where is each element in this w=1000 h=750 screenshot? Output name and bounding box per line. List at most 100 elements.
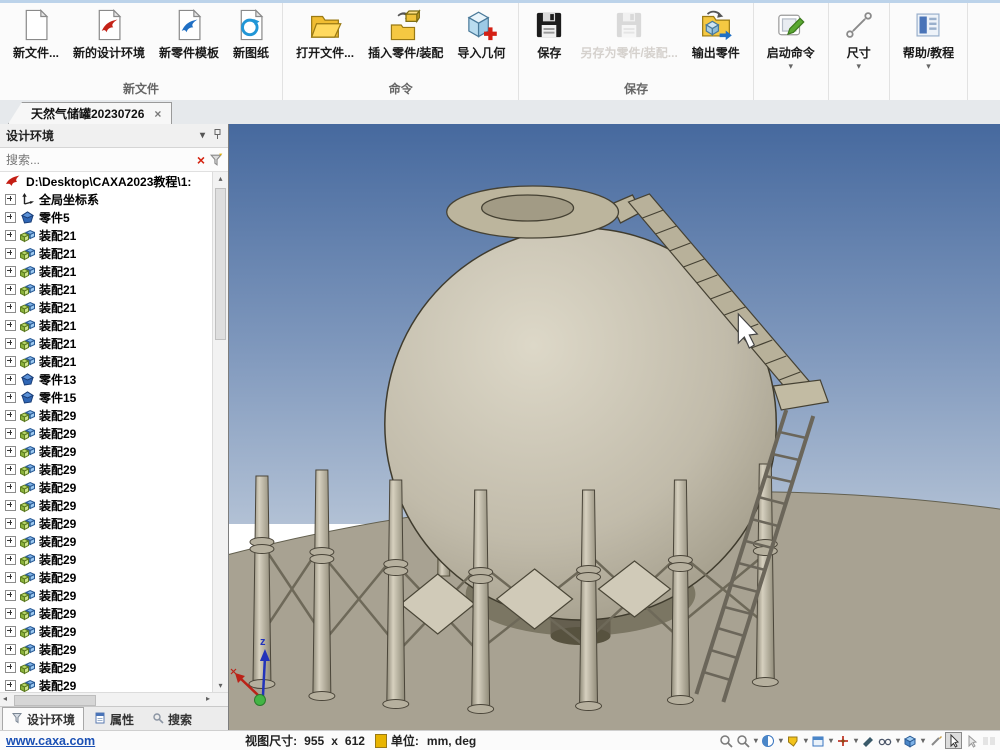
tree-root-item[interactable]: D:\Desktop\CAXA2023教程\1: (0, 172, 213, 190)
expand-plus-icon[interactable] (5, 572, 16, 583)
expand-plus-icon[interactable] (5, 644, 16, 655)
expand-plus-icon[interactable] (5, 392, 16, 403)
new-part-template-button[interactable]: 新零件模板 (154, 6, 224, 77)
tree-item[interactable]: 装配29 (0, 514, 213, 532)
pointer-icon[interactable] (964, 733, 979, 748)
expand-plus-icon[interactable] (5, 338, 16, 349)
tree-item[interactable]: 全局坐标系 (0, 190, 213, 208)
chevron-down-icon[interactable]: ▾ (779, 736, 783, 745)
expand-plus-icon[interactable] (5, 230, 16, 241)
chevron-down-icon[interactable]: ▾ (804, 736, 808, 745)
vertical-scrollbar[interactable]: ▴ ▾ (212, 172, 228, 692)
expand-plus-icon[interactable] (5, 248, 16, 259)
expand-plus-icon[interactable] (5, 410, 16, 421)
filter-icon[interactable] (209, 152, 224, 167)
viewport-3d[interactable]: z (229, 124, 1000, 731)
tree-item[interactable]: 零件5 (0, 208, 213, 226)
expand-plus-icon[interactable] (5, 590, 16, 601)
expand-plus-icon[interactable] (5, 320, 16, 331)
chevron-down-icon[interactable]: ▾ (829, 736, 833, 745)
tree-item[interactable]: 装配21 (0, 298, 213, 316)
expand-plus-icon[interactable] (5, 464, 16, 475)
expand-plus-icon[interactable] (5, 356, 16, 367)
scroll-right-icon[interactable]: ▸ (206, 694, 210, 703)
tree-item[interactable]: 装配29 (0, 406, 213, 424)
start-command-button[interactable]: 启动命令▾ (762, 6, 820, 99)
appearance-icon[interactable] (786, 733, 801, 748)
expand-plus-icon[interactable] (5, 536, 16, 547)
new-drawing-button[interactable]: 新图纸 (228, 6, 274, 77)
tree-item[interactable]: 零件15 (0, 388, 213, 406)
tree-item[interactable]: 装配29 (0, 676, 213, 692)
scroll-down-icon[interactable]: ▾ (213, 681, 228, 690)
expand-plus-icon[interactable] (5, 482, 16, 493)
tree-item[interactable]: 装配29 (0, 424, 213, 442)
tree-item[interactable]: 装配29 (0, 550, 213, 568)
help-tutorial-button[interactable]: 帮助/教程▾ (898, 6, 959, 99)
tree-item[interactable]: 零件13 (0, 370, 213, 388)
tree-item[interactable]: 装配29 (0, 640, 213, 658)
expand-plus-icon[interactable] (5, 662, 16, 673)
tree-item[interactable]: 装配29 (0, 658, 213, 676)
zoom-window-icon[interactable] (736, 733, 751, 748)
tree-item[interactable]: 装配29 (0, 586, 213, 604)
tree-item[interactable]: 装配21 (0, 352, 213, 370)
tree-item[interactable]: 装配21 (0, 262, 213, 280)
chevron-down-icon[interactable]: ▾ (854, 736, 858, 745)
insert-part-assembly-button[interactable]: 插入零件/装配 (363, 6, 448, 77)
tree-item[interactable]: 装配29 (0, 496, 213, 514)
orientation-icon[interactable] (836, 733, 851, 748)
save-as-part-assembly-button[interactable]: 另存为零件/装配... (575, 6, 682, 77)
dimension-button[interactable]: 尺寸▾ (837, 6, 881, 99)
chevron-down-icon[interactable]: ▾ (200, 130, 205, 141)
tree-item[interactable]: 装配21 (0, 280, 213, 298)
glasses-icon[interactable] (878, 733, 893, 748)
new-design-environment-button[interactable]: 新的设计环境 (68, 6, 150, 77)
expand-plus-icon[interactable] (5, 608, 16, 619)
camera-icon[interactable] (861, 733, 876, 748)
expand-plus-icon[interactable] (5, 626, 16, 637)
tab-design-environment[interactable]: 设计环境 (2, 707, 84, 731)
annotate-icon[interactable] (928, 733, 943, 748)
horizontal-scrollbar[interactable]: ◂ ▸ (0, 692, 228, 706)
caxa-link[interactable]: www.caxa.com (6, 734, 95, 748)
tree-item[interactable]: 装配21 (0, 334, 213, 352)
tree-item[interactable]: 装配29 (0, 478, 213, 496)
clear-search-icon[interactable]: × (197, 153, 205, 167)
expand-plus-icon[interactable] (5, 500, 16, 511)
horizontal-scroll-thumb[interactable] (14, 695, 96, 706)
chevron-down-icon[interactable]: ▾ (754, 736, 758, 745)
export-part-button[interactable]: 输出零件 (687, 6, 745, 77)
tree-item[interactable]: 装配21 (0, 226, 213, 244)
vertical-scroll-thumb[interactable] (215, 188, 226, 340)
chevron-down-icon[interactable]: ▾ (896, 736, 900, 745)
close-icon[interactable]: × (154, 107, 161, 121)
tab-properties[interactable]: 属性 (86, 708, 142, 731)
expand-plus-icon[interactable] (5, 194, 16, 205)
pin-icon[interactable] (213, 129, 222, 143)
tree-item[interactable]: 装配21 (0, 316, 213, 334)
tree-item[interactable]: 装配21 (0, 244, 213, 262)
open-file-button[interactable]: 打开文件... (291, 6, 359, 77)
expand-plus-icon[interactable] (5, 302, 16, 313)
tree-item[interactable]: 装配29 (0, 442, 213, 460)
expand-plus-icon[interactable] (5, 554, 16, 565)
tab-search[interactable]: 搜索 (144, 708, 200, 731)
expand-plus-icon[interactable] (5, 212, 16, 223)
scroll-up-icon[interactable]: ▴ (213, 174, 228, 183)
zoom-icon[interactable] (719, 733, 734, 748)
expand-plus-icon[interactable] (5, 374, 16, 385)
tree-item[interactable]: 装配29 (0, 532, 213, 550)
expand-plus-icon[interactable] (5, 428, 16, 439)
new-file-button[interactable]: 新文件... (8, 6, 64, 77)
document-tab[interactable]: 天然气储罐20230726 × (8, 102, 172, 124)
extra-tools-icon[interactable] (981, 733, 996, 748)
expand-plus-icon[interactable] (5, 266, 16, 277)
save-button[interactable]: 保存 (527, 6, 571, 77)
import-geometry-button[interactable]: 导入几何 (452, 6, 510, 77)
tree-item[interactable]: 装配29 (0, 568, 213, 586)
tree-item[interactable]: 装配29 (0, 460, 213, 478)
tree-item[interactable]: 装配29 (0, 604, 213, 622)
expand-plus-icon[interactable] (5, 446, 16, 457)
expand-plus-icon[interactable] (5, 518, 16, 529)
